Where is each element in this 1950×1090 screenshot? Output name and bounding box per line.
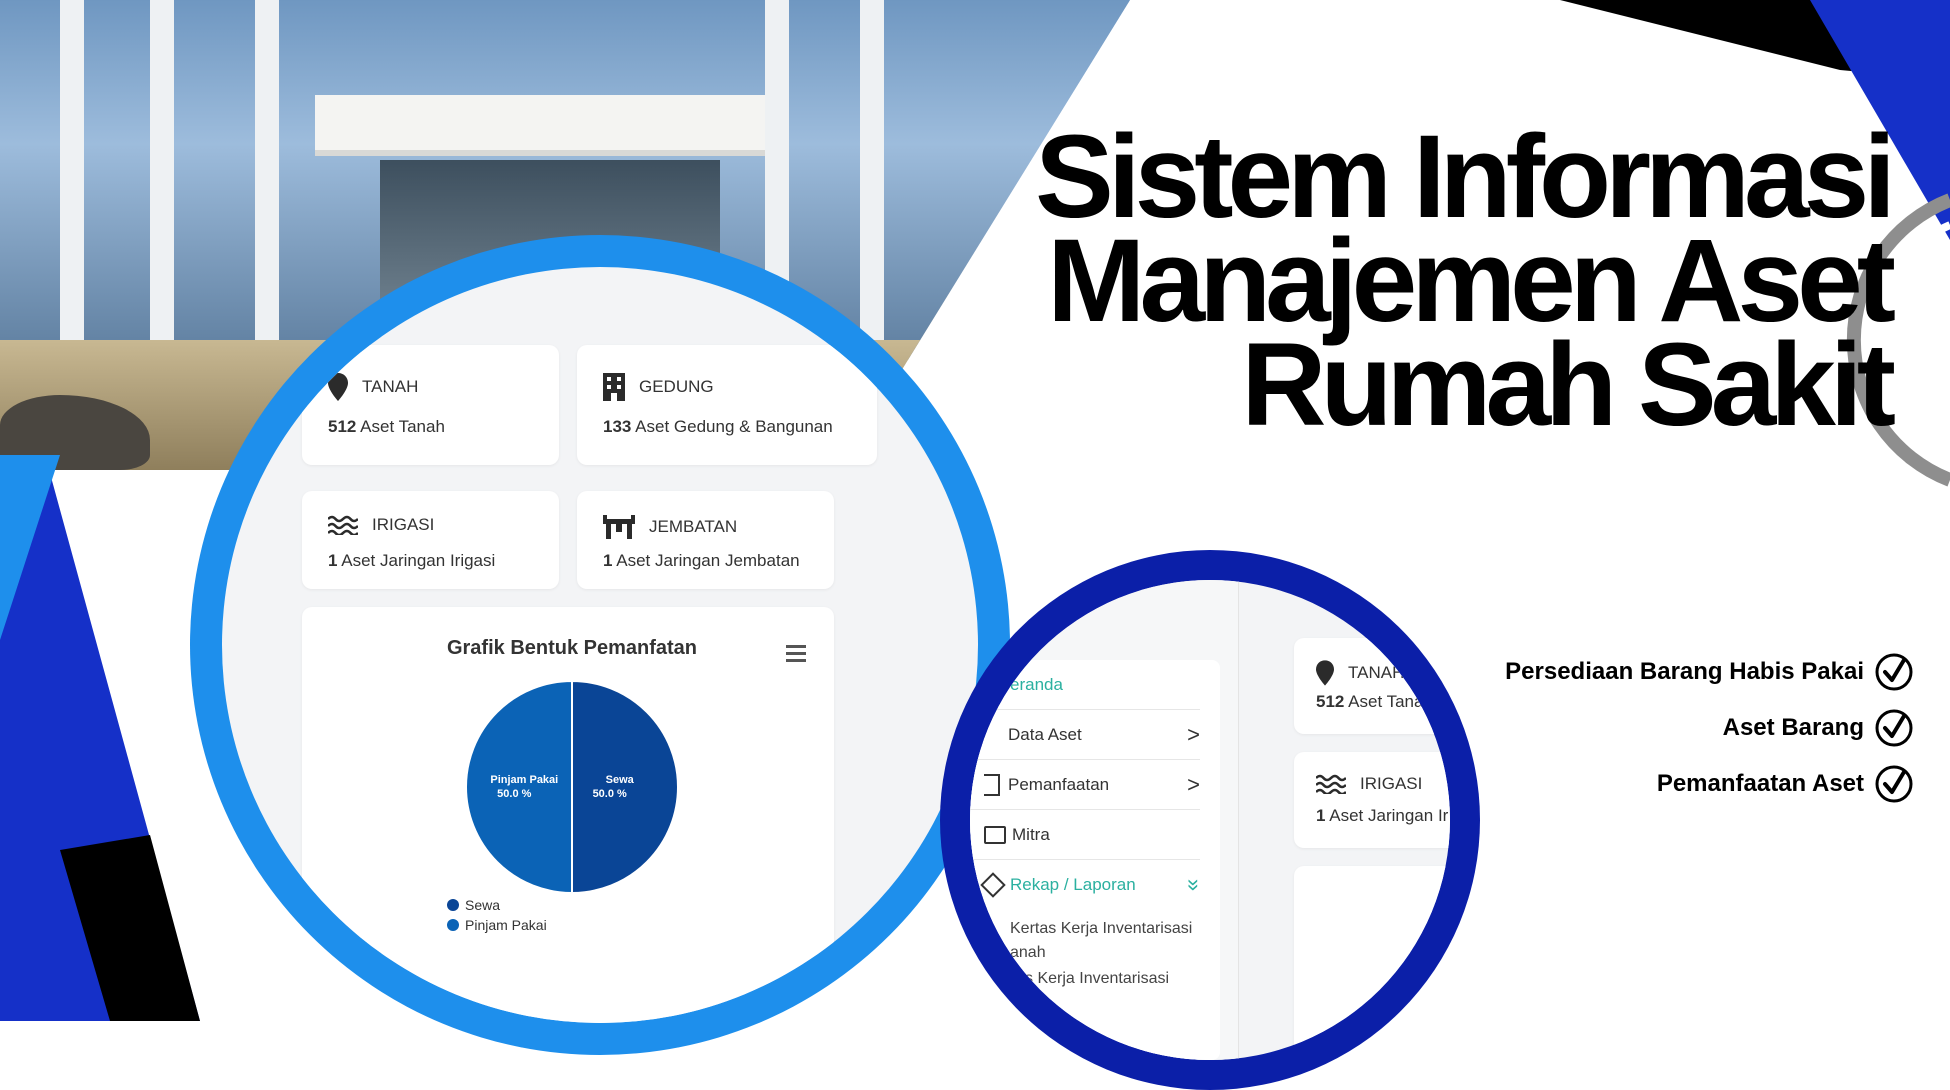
hamburger-menu-icon[interactable] (786, 645, 806, 662)
submenu-label: Kertas Kerja Inventarisasi (1010, 920, 1193, 937)
card-count: 512 (328, 417, 357, 436)
card-desc: Aset Jaringan Ir (1329, 806, 1449, 825)
stat-card-jembatan[interactable]: JEMBATAN 1 Aset Jaringan Jembatan (577, 491, 834, 589)
legend-label: Pinjam Pakai (465, 917, 547, 933)
stat-card-empty (1294, 866, 1450, 1060)
document-icon (984, 773, 1000, 796)
chevron-double-down-icon: » (1181, 878, 1207, 891)
tag-icon (980, 871, 1006, 898)
menu-item-data-aset[interactable]: Data Aset > (970, 710, 1200, 760)
chevron-right-icon: > (1187, 771, 1200, 797)
title-line-1: Sistem Informasi (1035, 111, 1896, 243)
stat-card-gedung[interactable]: GEDUNG 133 Aset Gedung & Bangunan (577, 345, 877, 465)
submenu-item[interactable]: s Kerja Inventarisasi (1025, 970, 1169, 988)
check-circle-icon (1875, 653, 1913, 691)
legend-label: Sewa (465, 897, 501, 913)
pie-label-value: 50.0 % (497, 788, 531, 800)
legend-item[interactable]: Pinjam Pakai (447, 917, 547, 933)
pie-label-name: Pinjam Pakai (490, 774, 558, 786)
card-desc: Aset Jaringan Jembatan (616, 551, 800, 570)
card-count: 1 (603, 551, 613, 570)
title-line-2: Manajemen Aset (1047, 215, 1896, 347)
feature-item: Aset Barang (1723, 708, 1914, 748)
legend-marker (447, 899, 459, 911)
card-label: GEDUNG (639, 377, 714, 396)
card-label: IRIGASI (372, 515, 435, 534)
menu-label: eranda (1010, 674, 1063, 694)
card-count: 1 (1316, 806, 1326, 825)
stat-card-irigasi[interactable]: IRIGASI 1 Aset Jaringan Irigasi (302, 491, 559, 589)
menu-item-rekap-laporan[interactable]: Rekap / Laporan » (970, 860, 1207, 909)
feature-item: Persediaan Barang Habis Pakai (1505, 652, 1914, 692)
menu-label: Rekap / Laporan (1010, 874, 1136, 894)
sidebar-panel: eranda Data Aset > Pemanfaatan > Mitra Rek… (970, 580, 1239, 1060)
map-pin-icon (328, 373, 348, 401)
sidebar-menu: eranda Data Aset > Pemanfaatan > Mitra Rek… (970, 660, 1220, 1060)
card-count: 1 (328, 551, 338, 570)
feature-label: Persediaan Barang Habis Pakai (1505, 658, 1864, 685)
feature-label: Aset Barang (1722, 714, 1864, 741)
pie-chart: Sewa 50.0 % Pinjam Pakai 50.0 % (465, 679, 679, 895)
check-circle-icon (1875, 765, 1913, 803)
stat-card-irigasi-mini[interactable]: IRIGASI 1 Aset Jaringan Ir (1294, 752, 1450, 848)
card-label: TANAH (1348, 663, 1405, 682)
card-count: 512 (1316, 692, 1345, 711)
pie-slice-pinjam-pakai[interactable] (465, 679, 573, 895)
pie-label-value: 50.0 % (593, 788, 627, 800)
water-waves-icon (328, 515, 358, 535)
chart-title: Grafik Bentuk Pemanfatan (446, 637, 698, 659)
title-line-3: Rumah Sakit (1241, 319, 1896, 451)
main-title: Sistem Informasi Manajemen Aset Rumah Sa… (990, 111, 1896, 451)
dashboard-zoom-circle: TANAH 512 Aset Tanah GEDUNG 133 Aset Ged… (190, 235, 1010, 1055)
sidebar-zoom-circle: eranda Data Aset > Pemanfaatan > Mitra Rek… (940, 550, 1480, 1090)
sidebar-view: eranda Data Aset > Pemanfaatan > Mitra Rek… (970, 580, 1450, 1060)
check-circle-icon (1875, 709, 1913, 747)
card-label: TANAH (362, 377, 419, 396)
submenu-item[interactable]: Kertas Kerja Inventarisasi anah (1010, 917, 1210, 965)
card-desc: Aset Tanah (360, 417, 445, 436)
map-pin-icon (1316, 660, 1334, 686)
card-label: JEMBATAN (649, 517, 738, 536)
card-label: IRIGASI (1360, 774, 1423, 793)
bridge-icon (603, 515, 635, 539)
menu-item-beranda[interactable]: eranda (970, 660, 1200, 710)
feature-item: Pemanfaatan Aset (1657, 764, 1914, 804)
id-card-icon (984, 825, 1006, 844)
menu-label: Pemanfaatan (1008, 774, 1110, 794)
chart-card: Grafik Bentuk Pemanfatan Sewa 50.0 % Pinja… (302, 607, 834, 1023)
dashboard-view: TANAH 512 Aset Tanah GEDUNG 133 Aset Ged… (222, 267, 978, 1023)
chevron-right-icon: > (1187, 721, 1200, 747)
chart-legend: Sewa Pinjam Pakai (447, 897, 547, 933)
submenu-label: s Kerja Inventarisasi (1025, 970, 1170, 987)
menu-item-mitra[interactable]: Mitra (970, 810, 1200, 860)
card-desc: Aset Gedung & Bangunan (635, 417, 833, 436)
pie-slice-sewa[interactable] (571, 679, 679, 895)
stat-card-tanah-mini[interactable]: TANAH 512 Aset Tana (1294, 638, 1450, 734)
card-count: 133 (603, 417, 632, 436)
stat-card-tanah[interactable]: TANAH 512 Aset Tanah (302, 345, 559, 465)
menu-label: Data Aset (1008, 724, 1082, 744)
submenu-label-cont: anah (1010, 944, 1046, 961)
card-desc: Aset Jaringan Irigasi (341, 551, 496, 570)
legend-marker (447, 919, 459, 931)
water-waves-icon (1316, 774, 1346, 794)
legend-item[interactable]: Sewa (447, 897, 547, 913)
card-desc: Aset Tana (1348, 692, 1424, 711)
menu-label: Mitra (1012, 824, 1050, 844)
menu-item-pemanfaatan[interactable]: Pemanfaatan > (970, 760, 1200, 810)
feature-label: Pemanfaatan Aset (1656, 770, 1864, 797)
pie-label-name: Sewa (606, 774, 635, 786)
building-icon (603, 373, 625, 401)
